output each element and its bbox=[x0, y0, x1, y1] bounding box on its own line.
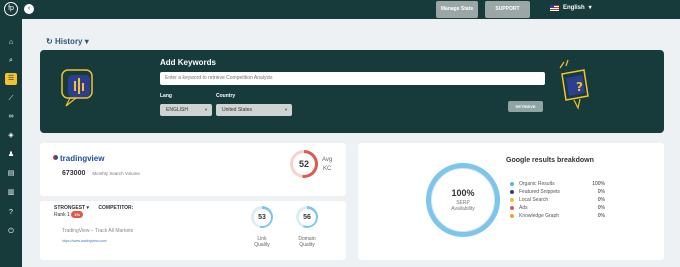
lang-select[interactable]: ENGLISH ▼ bbox=[160, 104, 212, 116]
add-keywords-panel: Add Keywords Lang ENGLISH ▼ Country Unit… bbox=[40, 50, 664, 133]
legend-value: 100% bbox=[592, 181, 605, 187]
kc-label: KC bbox=[323, 166, 332, 172]
link-sub-label: Quality bbox=[254, 242, 270, 248]
history-dropdown[interactable]: ↻ History ▾ bbox=[46, 37, 89, 46]
power-icon[interactable]: ⏻ bbox=[6, 227, 16, 237]
app-logo[interactable]: fp bbox=[4, 2, 18, 16]
legend-item: Knowledge Graph 0% bbox=[510, 212, 605, 220]
snippets-dot-icon bbox=[510, 190, 514, 194]
lang-label: Lang bbox=[160, 93, 172, 99]
competitor-card: tradingview 673000 Monthly Search Volume… bbox=[40, 143, 346, 196]
serp-availability-ring: 100% SERP Availability bbox=[426, 163, 500, 237]
link-quality-label: Link Quality bbox=[252, 236, 272, 248]
breakdown-title: Google results breakdown bbox=[506, 157, 594, 164]
rank-row: Rank 1 1% bbox=[54, 211, 84, 218]
svg-text:?: ? bbox=[576, 80, 583, 94]
chevron-down-icon: ▾ bbox=[86, 205, 90, 211]
history-label: History bbox=[54, 37, 83, 46]
doc-icon[interactable]: ▤ bbox=[6, 169, 16, 179]
avg-kc-ring: 52 bbox=[290, 150, 318, 178]
legend-item: Local Search 0% bbox=[510, 196, 605, 204]
competitor-favicon-icon bbox=[53, 155, 58, 160]
avg-kc-value: 52 bbox=[293, 153, 315, 175]
link-quality-value: 53 bbox=[253, 208, 271, 226]
legend-value: 0% bbox=[597, 197, 605, 203]
support-label: SUPPORT bbox=[495, 6, 520, 12]
country-label: Country bbox=[216, 93, 236, 99]
domain-quality-ring: 56 bbox=[296, 206, 318, 228]
lang-value: ENGLISH bbox=[166, 107, 188, 113]
list-icon[interactable]: ☰ bbox=[5, 73, 17, 85]
legend-label: Local Search bbox=[519, 197, 549, 203]
rank-badge: 1% bbox=[71, 211, 84, 218]
knowledge-dot-icon bbox=[510, 214, 514, 218]
organic-dot-icon bbox=[510, 182, 514, 186]
legend-item: Featured Snippets 0% bbox=[510, 188, 605, 196]
keyword-input[interactable] bbox=[160, 72, 545, 85]
country-select[interactable]: United States ▼ bbox=[216, 104, 292, 116]
language-selector[interactable]: English ▾ bbox=[550, 4, 592, 11]
local-dot-icon bbox=[510, 198, 514, 202]
legend-item: Ads 0% bbox=[510, 204, 605, 212]
home-icon[interactable]: ⌂ bbox=[6, 38, 16, 48]
domain-sub-label: Quality bbox=[299, 242, 315, 248]
google-breakdown-card: 100% SERP Availability Google results br… bbox=[358, 143, 664, 260]
top-bar: fp ‹ Manage Stats SUPPORT English ▾ bbox=[0, 0, 680, 19]
us-flag-icon bbox=[550, 4, 559, 11]
competitor-label: COMPETITOR: bbox=[98, 205, 134, 211]
site-url[interactable]: https://www.tradingview.com/ bbox=[62, 239, 107, 243]
serp-center: 100% SERP Availability bbox=[431, 168, 495, 232]
chevron-down-icon: ▼ bbox=[204, 107, 208, 112]
chat-illustration-icon bbox=[61, 69, 93, 107]
legend-value: 0% bbox=[597, 213, 605, 219]
legend-label: Ads bbox=[519, 205, 528, 211]
strongest-competitor-card: STRONGEST ▾ COMPETITOR: Rank 1 1% Tradin… bbox=[40, 201, 346, 260]
breakdown-legend: Organic Results 100% Featured Snippets 0… bbox=[510, 180, 605, 220]
chevron-down-icon: ▾ bbox=[588, 5, 592, 11]
search-volume: 673000 Monthly Search Volume bbox=[62, 170, 140, 177]
legend-item: Organic Results 100% bbox=[510, 180, 605, 188]
collapse-sidebar-icon[interactable]: ‹ bbox=[24, 4, 34, 14]
serp-value: 100% bbox=[451, 188, 475, 198]
legend-label: Knowledge Graph bbox=[519, 213, 560, 219]
link-quality-ring: 53 bbox=[251, 206, 273, 228]
domain-quality-value: 56 bbox=[298, 208, 316, 226]
retrieve-button[interactable]: RETRIEVE bbox=[508, 101, 543, 112]
help-icon[interactable]: ? bbox=[6, 208, 16, 218]
availability-label: Availability bbox=[451, 206, 475, 212]
search-volume-label: Monthly Search Volume bbox=[92, 171, 140, 176]
legend-label: Featured Snippets bbox=[519, 189, 560, 195]
link-icon[interactable]: ∞ bbox=[6, 112, 16, 122]
legend-value: 0% bbox=[597, 205, 605, 211]
chevron-down-icon: ▼ bbox=[284, 107, 288, 112]
ads-dot-icon bbox=[510, 206, 514, 210]
tag-icon[interactable]: ◈ bbox=[6, 131, 16, 141]
chart-icon[interactable]: ⟋ bbox=[6, 94, 16, 104]
site-title[interactable]: TradingView – Track All Markets bbox=[62, 228, 133, 234]
search-volume-value: 673000 bbox=[62, 170, 86, 177]
avg-label: Avg bbox=[322, 157, 333, 163]
country-value: United States bbox=[222, 107, 253, 113]
legend-label: Organic Results bbox=[519, 181, 555, 187]
chevron-down-icon: ▾ bbox=[84, 37, 89, 46]
book-icon[interactable]: ▥ bbox=[6, 188, 16, 198]
competitor-name[interactable]: tradingview bbox=[60, 154, 104, 163]
manage-stats-button[interactable]: Manage Stats bbox=[436, 1, 478, 18]
question-illustration-icon: ? bbox=[559, 59, 589, 110]
sidebar: ⌂ ⌕ ☰ ⟋ ∞ ◈ ♟ ▤ ▥ ? ⏻ bbox=[0, 19, 22, 267]
support-button[interactable]: SUPPORT bbox=[485, 1, 530, 18]
bell-icon[interactable]: ♟ bbox=[6, 150, 16, 160]
legend-value: 0% bbox=[597, 189, 605, 195]
rank-label: Rank 1 bbox=[54, 212, 70, 218]
domain-quality-label: Domain Quality bbox=[294, 236, 320, 248]
search-icon[interactable]: ⌕ bbox=[6, 56, 16, 66]
language-label: English bbox=[563, 4, 585, 11]
history-icon: ↻ bbox=[46, 37, 53, 46]
add-keywords-heading: Add Keywords bbox=[160, 58, 217, 67]
